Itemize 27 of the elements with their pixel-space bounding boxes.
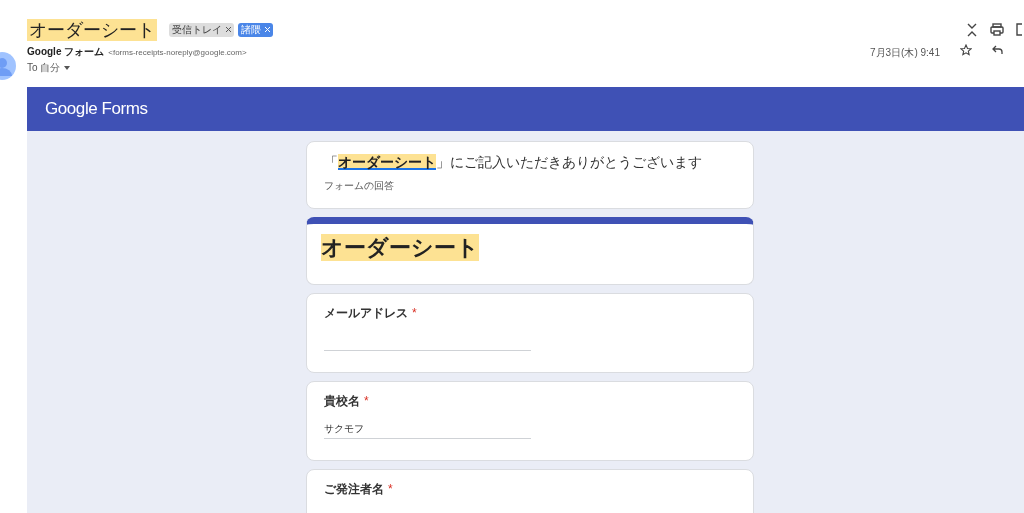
sender-name: Google フォーム: [27, 45, 105, 59]
required-mark: *: [412, 306, 417, 320]
required-mark: *: [364, 394, 369, 408]
form-link[interactable]: オーダーシート: [338, 154, 436, 170]
label-chip[interactable]: 受信トレイ: [169, 22, 234, 37]
forms-logo: Google Forms: [45, 98, 148, 121]
email-subject: オーダーシート: [27, 18, 157, 41]
question-label: ご発注者名: [324, 482, 384, 497]
form-subtitle: フォームの回答: [324, 179, 395, 193]
question-label: 貴校名: [324, 394, 360, 409]
thanks-heading: 「オーダーシート」にご記入いただきありがとうございます: [324, 153, 703, 172]
reply-icon[interactable]: [992, 44, 1004, 56]
recipient[interactable]: To 自分: [27, 60, 61, 75]
label-chip[interactable]: 諸隈: [238, 22, 273, 37]
open-window-icon[interactable]: [1016, 23, 1022, 36]
star-icon[interactable]: [960, 44, 972, 56]
email-date: 7月3日(木) 9:41: [869, 46, 940, 60]
sender-address: <forms-receipts-noreply@google.com>: [108, 47, 247, 59]
answer-field[interactable]: サクモフ: [324, 421, 531, 439]
form-title: オーダーシート: [321, 234, 479, 261]
question-label: メールアドレス: [324, 306, 408, 321]
print-icon[interactable]: [990, 23, 1004, 36]
collapse-icon[interactable]: [966, 22, 978, 37]
avatar-icon: [0, 52, 16, 80]
close-icon[interactable]: [226, 27, 231, 32]
required-mark: *: [388, 482, 393, 496]
dropdown-icon[interactable]: [64, 65, 71, 70]
